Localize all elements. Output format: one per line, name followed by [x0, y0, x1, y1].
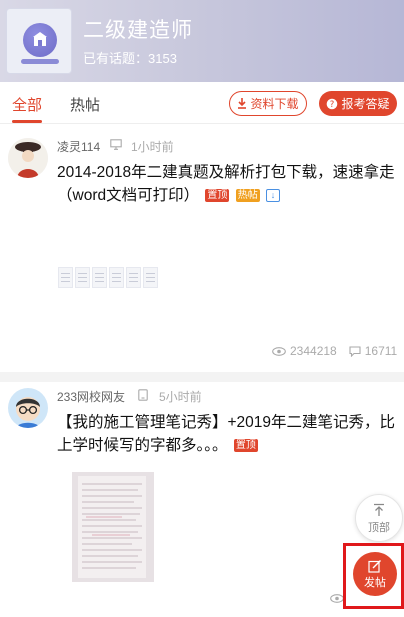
exam-qa-button[interactable]: ? 报考答疑 [319, 91, 397, 116]
attachment-thumbnail[interactable] [143, 267, 158, 288]
post-title-text: 【我的施工管理笔记秀】+2019年二建笔记秀，比上学时候写的字都多。。。 [57, 414, 396, 454]
eye-icon [272, 346, 286, 356]
post-title[interactable]: 2014-2018年二建真题及解析打包下载，速速拿走（word文档可打印） 置顶… [57, 161, 397, 207]
attachment-thumbnail[interactable] [126, 267, 141, 288]
tab-all[interactable]: 全部 [12, 94, 42, 115]
building-icon [33, 32, 47, 46]
arrow-up-icon [374, 503, 384, 516]
post-author[interactable]: 233网校网友 [57, 388, 125, 405]
edit-icon [368, 560, 381, 573]
attachment-download-icon: ↓ [266, 189, 281, 202]
view-count: 2344218 [290, 344, 337, 358]
post-author[interactable]: 凌灵114 [57, 138, 100, 155]
tab-hot[interactable]: 热帖 [70, 94, 100, 115]
avatar[interactable] [8, 388, 48, 428]
post-time: 1小时前 [131, 140, 174, 154]
download-icon [238, 98, 247, 109]
comment-icon [349, 345, 361, 357]
download-materials-button[interactable]: 资料下载 [229, 91, 307, 116]
comment-count: 16711 [364, 344, 398, 358]
register-label: 报考答疑 [341, 97, 390, 111]
active-tab-indicator [12, 120, 42, 123]
attachment-thumbnail[interactable] [58, 267, 73, 288]
attachment-thumbnail[interactable] [109, 267, 124, 288]
pinned-badge: 置顶 [205, 189, 230, 202]
post-stats: 2344218 16711 [272, 344, 397, 358]
forum-header: 二级建造师 已有话题：3153 [0, 0, 404, 82]
hot-badge: 热帖 [235, 189, 260, 202]
new-post-button[interactable]: 发帖 [353, 552, 397, 596]
attachment-thumbnail[interactable] [75, 267, 90, 288]
svg-text:?: ? [330, 100, 335, 110]
eye-icon [330, 594, 344, 603]
topic-count: 已有话题：3153 [83, 51, 177, 66]
desktop-icon [110, 139, 122, 150]
tablet-icon [138, 389, 148, 401]
post-stats [330, 594, 344, 603]
attachment-thumbnails[interactable] [58, 267, 158, 288]
post-title[interactable]: 【我的施工管理笔记秀】+2019年二建笔记秀，比上学时候写的字都多。。。 置顶 [57, 411, 397, 457]
forum-title: 二级建造师 [83, 19, 193, 42]
attachment-thumbnail[interactable] [92, 267, 107, 288]
post-divider [0, 372, 404, 382]
forum-logo [6, 8, 72, 74]
back-to-top-label: 顶部 [368, 522, 390, 534]
question-icon: ? [327, 98, 338, 110]
download-label: 资料下载 [250, 97, 299, 111]
pinned-badge: 置顶 [233, 439, 258, 452]
post-time: 5小时前 [159, 390, 202, 404]
back-to-top-button[interactable]: 顶部 [355, 494, 403, 542]
avatar[interactable] [8, 138, 48, 178]
post-item[interactable]: 凌灵114 1小时前 2014-2018年二建真题及解析打包下载，速速拿走（wo… [0, 124, 404, 372]
new-post-label: 发帖 [364, 577, 386, 589]
post-image[interactable] [72, 472, 154, 582]
